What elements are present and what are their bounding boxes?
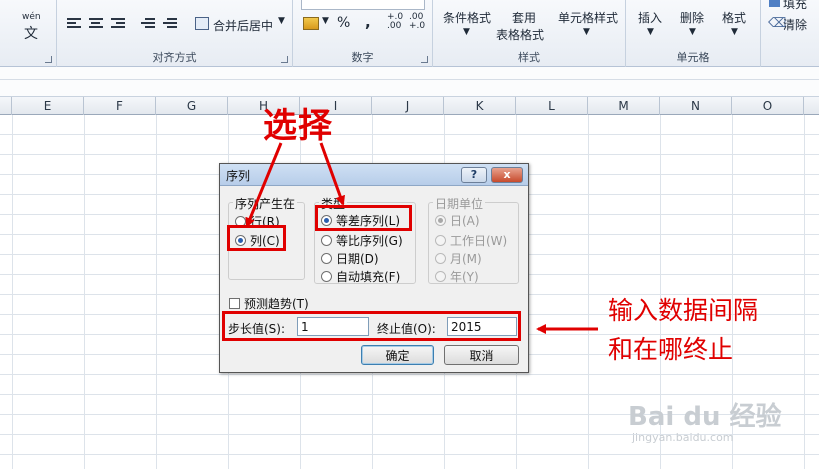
watermark-url: jingyan.baidu.com bbox=[632, 431, 734, 444]
arrow-to-linear-option bbox=[319, 142, 345, 206]
arrow-to-column-option bbox=[245, 142, 283, 228]
watermark-brand: Bai du 经验 bbox=[628, 402, 782, 432]
annotation-note-line1: 输入数据间隔 bbox=[608, 296, 759, 325]
annotation-note-line2: 和在哪终止 bbox=[608, 335, 734, 364]
annotation-select: 选择 bbox=[263, 106, 333, 146]
